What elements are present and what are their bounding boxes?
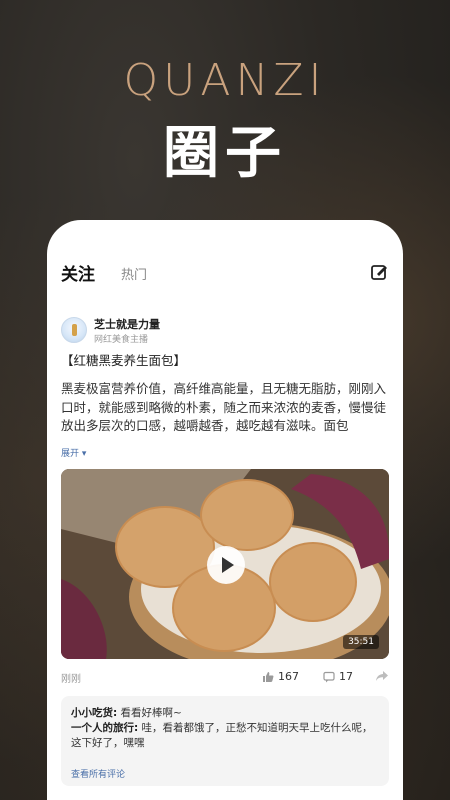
comment-count: 17: [339, 670, 353, 683]
like-count: 167: [278, 670, 299, 683]
like-button[interactable]: 167: [262, 670, 299, 683]
comment-text: 看看好棒啊~: [120, 707, 182, 719]
hero-title-zh: 圈子: [163, 121, 287, 186]
tab-bar: 关注 热门: [61, 260, 389, 288]
edit-icon[interactable]: [369, 262, 389, 282]
comment-item: 一个人的旅行: 哇，看着都饿了，正愁不知道明天早上吃什么呢，这下好了，嘿嘿: [71, 721, 379, 751]
video-duration: 35:51: [343, 635, 379, 649]
comment-item: 小小吃货: 看看好棒啊~: [71, 706, 379, 721]
post-time: 刚刚: [61, 674, 81, 685]
like-icon: [263, 671, 274, 682]
user-tag: 网红美食主播: [94, 335, 149, 345]
avatar[interactable]: [61, 317, 87, 343]
post-header[interactable]: 芝士就是力量 网红美食主播: [61, 315, 389, 345]
comments-preview: 小小吃货: 看看好棒啊~ 一个人的旅行: 哇，看着都饿了，正愁不知道明天早上吃什…: [61, 696, 389, 786]
tab-hot[interactable]: 热门: [121, 264, 147, 283]
expand-link[interactable]: 展开 ▾: [61, 446, 86, 459]
post-title: 【红糖黑麦养生面包】: [61, 353, 187, 368]
hero-title-en: QUANZI: [123, 55, 327, 106]
post-meta: 刚刚 167 17: [61, 670, 389, 686]
comment-author[interactable]: 一个人的旅行:: [71, 722, 138, 734]
comment-author[interactable]: 小小吃货:: [71, 707, 117, 719]
comment-icon: [323, 671, 335, 682]
tab-following[interactable]: 关注: [61, 260, 95, 285]
comment-button[interactable]: 17: [323, 670, 353, 683]
view-all-comments-link[interactable]: 查看所有评论: [71, 767, 125, 780]
post-body: 黑麦极富营养价值，高纤维高能量，且无糖无脂肪，刚刚入口时，就能感到略微的朴素，随…: [61, 381, 387, 433]
video-thumbnail[interactable]: 35:51: [61, 469, 389, 659]
play-icon[interactable]: [207, 546, 245, 584]
username[interactable]: 芝士就是力量: [94, 316, 160, 332]
phone-screen: 关注 热门 芝士就是力量 网红美食主播 【红糖黑麦养生面包】 黑麦极富营养价值，…: [47, 220, 403, 800]
share-icon[interactable]: [375, 670, 389, 682]
